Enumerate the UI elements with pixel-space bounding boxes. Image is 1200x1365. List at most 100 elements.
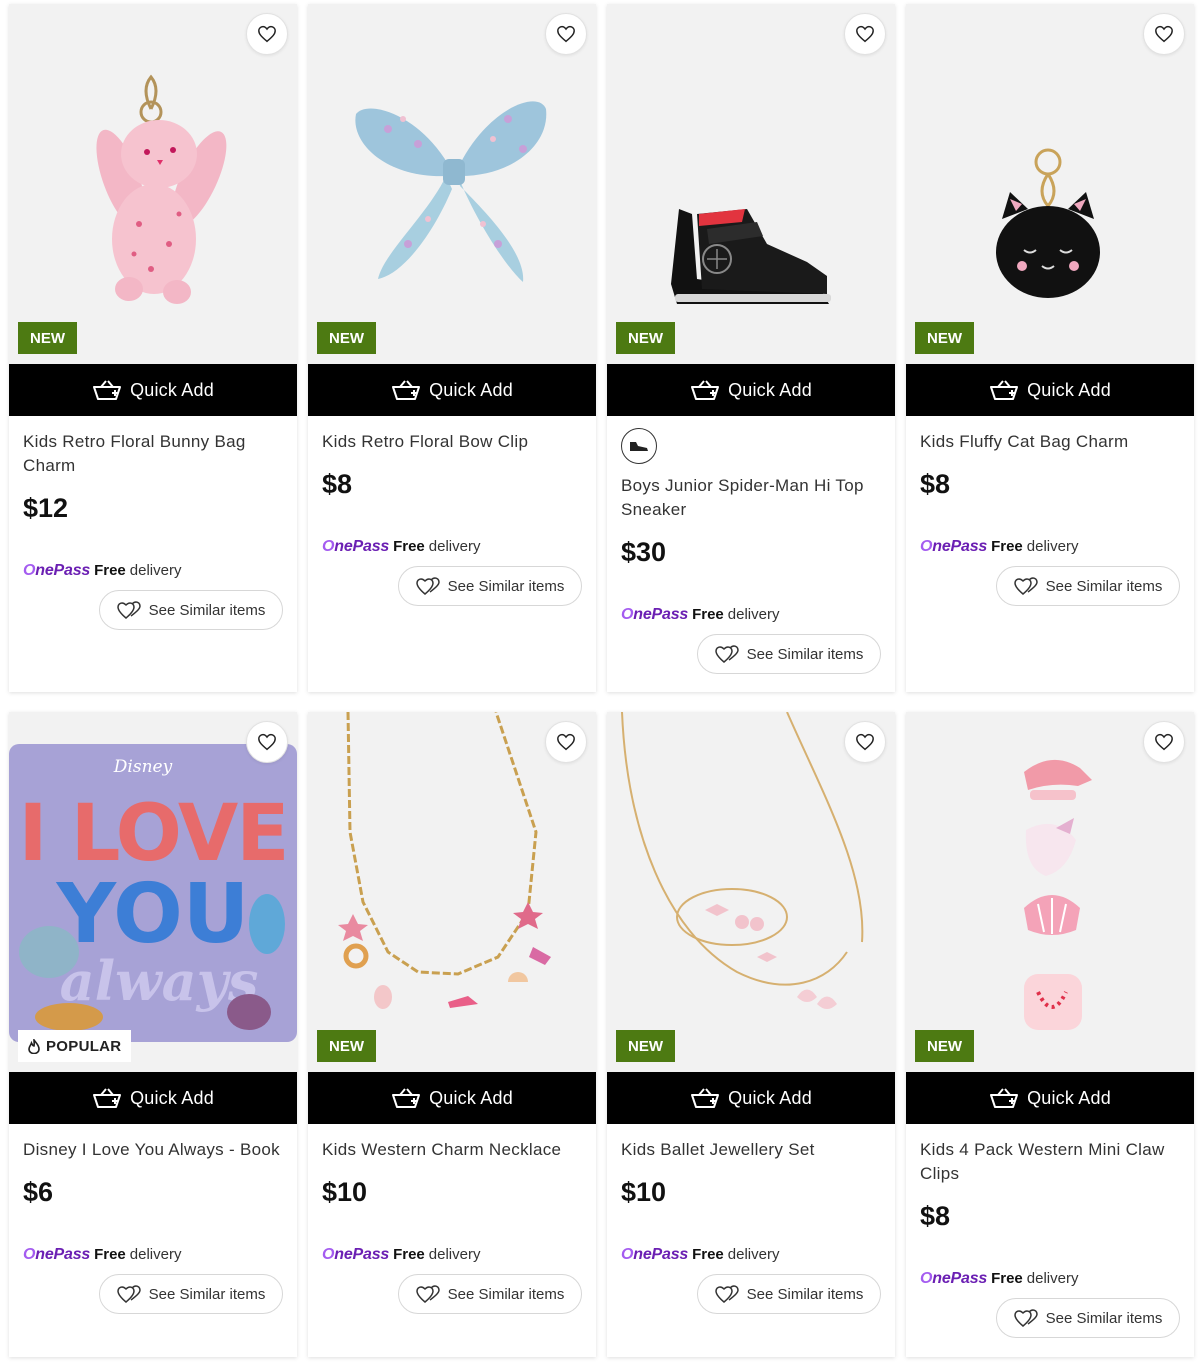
see-similar-button[interactable]: See Similar items: [697, 1274, 881, 1314]
onepass-logo: OnePass: [23, 562, 91, 579]
onepass-logo: OnePass: [621, 606, 689, 623]
basket-icon: [691, 380, 720, 400]
product-card[interactable]: NEW Quick Add Kids 4 Pack Western Mini C…: [906, 712, 1194, 1357]
free-label: Free: [393, 1246, 425, 1263]
quick-add-button[interactable]: Quick Add: [607, 364, 895, 416]
basket-icon: [392, 1088, 421, 1108]
product-card[interactable]: NEW Quick Add Kids Retro Floral Bow Clip…: [308, 4, 596, 692]
basket-icon: [93, 1088, 122, 1108]
quick-add-label: Quick Add: [728, 379, 812, 400]
cover-brand-text: Disney: [113, 757, 173, 777]
product-title[interactable]: Kids Retro Floral Bow Clip: [322, 430, 582, 454]
mini-claw-clips-image: [1024, 759, 1092, 1030]
see-similar-button[interactable]: See Similar items: [996, 566, 1180, 606]
quick-add-label: Quick Add: [728, 1087, 812, 1108]
basket-icon: [93, 380, 122, 400]
quick-add-label: Quick Add: [130, 379, 214, 400]
free-label: Free: [991, 1270, 1023, 1287]
see-similar-label: See Similar items: [746, 645, 864, 663]
popular-label: POPULAR: [46, 1037, 122, 1055]
see-similar-button[interactable]: See Similar items: [398, 1274, 582, 1314]
onepass-delivery: OnePass Free delivery: [322, 1246, 582, 1264]
quick-add-button[interactable]: Quick Add: [906, 364, 1194, 416]
product-image[interactable]: NEW: [308, 4, 596, 364]
heart-icon: [258, 25, 276, 43]
quick-add-button[interactable]: Quick Add: [906, 1072, 1194, 1124]
flame-icon: [28, 1038, 40, 1054]
similar-hearts-icon: [415, 1285, 440, 1303]
product-image[interactable]: NEW: [906, 4, 1194, 364]
delivery-label: delivery: [428, 1246, 481, 1263]
product-image[interactable]: NEW: [607, 4, 895, 364]
floral-bunny-keyring-image: [96, 74, 227, 304]
quick-add-button[interactable]: Quick Add: [607, 1072, 895, 1124]
product-image[interactable]: NEW: [9, 4, 297, 364]
wishlist-button[interactable]: [545, 13, 587, 55]
wishlist-button[interactable]: [1143, 721, 1185, 763]
free-label: Free: [692, 606, 724, 623]
cover-line1-text: I LOVE: [19, 789, 288, 879]
onepass-delivery: OnePass Free delivery: [23, 562, 283, 580]
product-card[interactable]: NEW Quick Add Kids Ballet Jewellery Set …: [607, 712, 895, 1357]
onepass-logo: OnePass: [23, 1246, 91, 1263]
product-card[interactable]: NEW Quick Add Kids Western Charm Necklac…: [308, 712, 596, 1357]
new-badge: NEW: [915, 322, 974, 354]
product-title[interactable]: Disney I Love You Always - Book: [23, 1138, 283, 1162]
quick-add-label: Quick Add: [429, 1087, 513, 1108]
basket-icon: [392, 380, 421, 400]
product-card[interactable]: NEW Quick Add Boys Junior Spider-Man Hi …: [607, 4, 895, 692]
delivery-label: delivery: [129, 1246, 182, 1263]
quick-add-label: Quick Add: [1027, 1087, 1111, 1108]
delivery-label: delivery: [727, 606, 780, 623]
basket-icon: [990, 1088, 1019, 1108]
product-title[interactable]: Boys Junior Spider-Man Hi Top Sneaker: [621, 474, 881, 522]
onepass-delivery: OnePass Free delivery: [920, 538, 1180, 556]
product-image[interactable]: NEW: [607, 712, 895, 1072]
product-image[interactable]: Disney I LOVE YOU always POPULAR: [9, 712, 297, 1072]
product-title[interactable]: Kids Retro Floral Bunny Bag Charm: [23, 430, 283, 478]
product-card[interactable]: NEW Quick Add Kids Fluffy Cat Bag Charm …: [906, 4, 1194, 692]
see-similar-button[interactable]: See Similar items: [99, 590, 283, 630]
product-title[interactable]: Kids Ballet Jewellery Set: [621, 1138, 881, 1162]
product-price: $10: [322, 1177, 368, 1207]
product-title[interactable]: Kids Western Charm Necklace: [322, 1138, 582, 1162]
wishlist-button[interactable]: [1143, 13, 1185, 55]
onepass-logo: OnePass: [920, 1270, 988, 1287]
free-label: Free: [393, 538, 425, 555]
delivery-label: delivery: [727, 1246, 780, 1263]
black-cat-keyring-image: [996, 148, 1100, 298]
see-similar-button[interactable]: See Similar items: [697, 634, 881, 674]
product-image[interactable]: NEW: [308, 712, 596, 1072]
black-hi-top-sneaker-image: [671, 209, 831, 304]
quick-add-button[interactable]: Quick Add: [308, 364, 596, 416]
product-image[interactable]: NEW: [906, 712, 1194, 1072]
wishlist-button[interactable]: [545, 721, 587, 763]
onepass-logo: OnePass: [322, 538, 390, 555]
sneaker-icon[interactable]: [621, 428, 657, 464]
cover-line2-text: YOU: [56, 867, 250, 962]
delivery-label: delivery: [428, 538, 481, 555]
product-title[interactable]: Kids 4 Pack Western Mini Claw Clips: [920, 1138, 1180, 1186]
wishlist-button[interactable]: [844, 13, 886, 55]
see-similar-button[interactable]: See Similar items: [398, 566, 582, 606]
onepass-logo: OnePass: [322, 1246, 390, 1263]
wishlist-button[interactable]: [246, 721, 288, 763]
wishlist-button[interactable]: [246, 13, 288, 55]
cover-line3-text: always: [60, 949, 259, 1013]
ballet-jewellery-set-image: [621, 712, 864, 1009]
delivery-label: delivery: [1026, 538, 1079, 555]
see-similar-button[interactable]: See Similar items: [99, 1274, 283, 1314]
product-card[interactable]: Disney I LOVE YOU always POPULAR Quick A…: [9, 712, 297, 1357]
quick-add-button[interactable]: Quick Add: [308, 1072, 596, 1124]
wishlist-button[interactable]: [844, 721, 886, 763]
quick-add-button[interactable]: Quick Add: [9, 1072, 297, 1124]
product-title[interactable]: Kids Fluffy Cat Bag Charm: [920, 430, 1180, 454]
see-similar-button[interactable]: See Similar items: [996, 1298, 1180, 1338]
product-card[interactable]: NEW Quick Add Kids Retro Floral Bunny Ba…: [9, 4, 297, 692]
disney-book-cover-image: Disney I LOVE YOU always: [9, 744, 297, 1042]
similar-hearts-icon: [714, 1285, 739, 1303]
heart-icon: [856, 25, 874, 43]
quick-add-button[interactable]: Quick Add: [9, 364, 297, 416]
similar-hearts-icon: [116, 1285, 141, 1303]
delivery-label: delivery: [1026, 1270, 1079, 1287]
